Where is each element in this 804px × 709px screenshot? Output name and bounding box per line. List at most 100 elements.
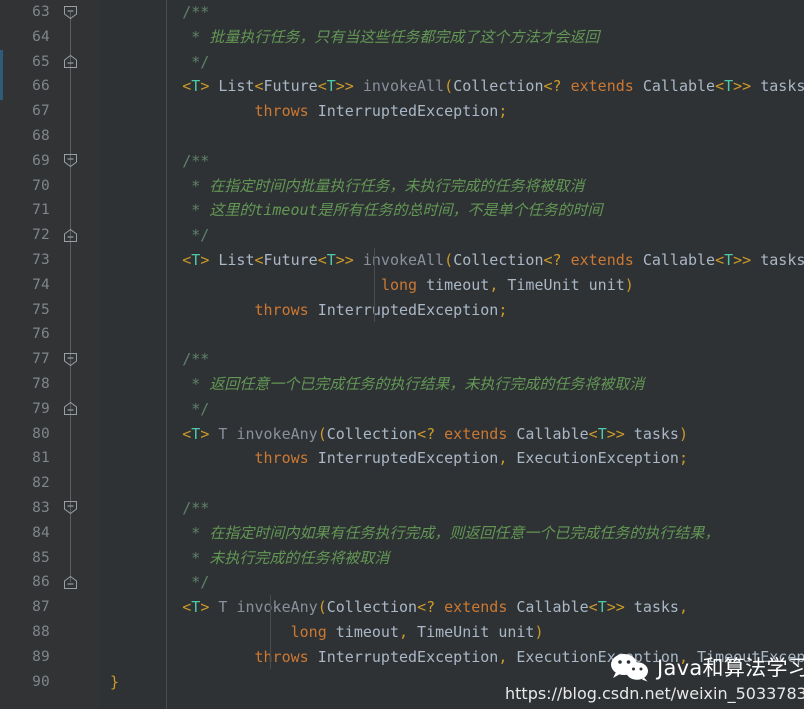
code-token: invokeAll <box>362 250 445 269</box>
code-token: ( <box>317 424 327 443</box>
fold-collapse-start-icon[interactable] <box>63 500 78 515</box>
code-token: ( <box>444 250 454 269</box>
code-editor[interactable]: 63 64 65 66 67 68 69 70 71 72 73 74 75 76 77 78 79 80 81 82… <box>0 0 804 709</box>
code-token: tasks <box>751 77 804 96</box>
code-line[interactable]: /** <box>100 496 804 521</box>
code-line[interactable]: * 未执行完成的任务将被取消 <box>100 546 804 571</box>
code-token: T <box>191 424 201 443</box>
code-token: Callable <box>633 250 716 269</box>
line-number: 64 <box>32 28 50 45</box>
code-line[interactable] <box>100 471 804 496</box>
code-line[interactable]: * 在指定时间内如果有任务执行完成，则返回任意一个已完成任务的执行结果， <box>100 521 804 546</box>
code-token: ( <box>444 77 454 96</box>
code-token: < <box>182 250 192 269</box>
gutter-row: 77 <box>0 347 100 372</box>
code-content-area[interactable]: /** * 批量执行任务，只有当这些任务都完成了这个方法才会返回 */ <T> … <box>100 0 804 709</box>
code-token: timeout <box>417 275 490 294</box>
code-token: * <box>191 201 210 220</box>
code-token: ExecutionException <box>507 449 679 468</box>
code-line[interactable]: throws InterruptedException; <box>100 298 804 323</box>
code-token: ; <box>498 300 508 319</box>
code-token: T <box>724 250 734 269</box>
code-line[interactable]: throws InterruptedException; <box>100 99 804 124</box>
code-token: >> <box>733 77 752 96</box>
code-line[interactable]: <T> T invokeAny(Collection<? extends Cal… <box>100 595 804 620</box>
code-token: tasks <box>624 598 679 617</box>
code-line[interactable] <box>100 322 804 347</box>
code-token: extends <box>570 77 634 96</box>
fold-collapse-end-icon[interactable] <box>63 54 78 69</box>
line-number: 81 <box>32 450 50 467</box>
gutter-row: 74 <box>0 273 100 298</box>
code-line[interactable]: <T> List<Future<T>> invokeAll(Collection… <box>100 74 804 99</box>
code-token: extends <box>444 598 508 617</box>
code-line[interactable]: /** <box>100 347 804 372</box>
code-line[interactable]: throws InterruptedException, ExecutionEx… <box>100 446 804 471</box>
code-token: TimeUnit unit <box>498 275 625 294</box>
gutter-row: 68 <box>0 124 100 149</box>
code-line[interactable]: long timeout, TimeUnit unit) <box>100 273 804 298</box>
code-line[interactable]: } <box>100 670 804 695</box>
code-line[interactable]: * 在指定时间内批量执行任务，未执行完成的任务将被取消 <box>100 174 804 199</box>
fold-collapse-start-icon[interactable] <box>63 352 78 367</box>
code-line[interactable]: */ <box>100 223 804 248</box>
code-token: > <box>200 250 210 269</box>
code-line[interactable]: */ <box>100 397 804 422</box>
line-number: 65 <box>32 53 50 70</box>
line-number: 86 <box>32 574 50 591</box>
code-token: Callable <box>633 77 716 96</box>
code-line[interactable]: */ <box>100 570 804 595</box>
code-token: invokeAny <box>236 424 318 443</box>
fold-collapse-end-icon[interactable] <box>63 228 78 243</box>
code-token: 返回任意一个已完成任务的执行结果，未执行完成的任务将被取消 <box>209 374 645 393</box>
code-token: throws <box>254 449 309 468</box>
gutter-row: 81 <box>0 446 100 471</box>
code-token: < <box>254 250 264 269</box>
code-line[interactable]: /** <box>100 149 804 174</box>
fold-collapse-start-icon[interactable] <box>63 153 78 168</box>
code-token: <? <box>417 424 436 443</box>
editor-gutter[interactable]: 63 64 65 66 67 68 69 70 71 72 73 74 75 76 77 78 79 80 81 82… <box>0 0 100 709</box>
code-token: ) <box>678 424 688 443</box>
line-number: 69 <box>32 152 50 169</box>
gutter-row: 71 <box>0 198 100 223</box>
code-token: T <box>597 424 607 443</box>
code-token: ) <box>624 275 634 294</box>
code-line[interactable]: * 返回任意一个已完成任务的执行结果，未执行完成的任务将被取消 <box>100 372 804 397</box>
code-line[interactable]: throws InterruptedException, ExecutionEx… <box>100 645 804 670</box>
line-number: 83 <box>32 499 50 516</box>
gutter-row: 63 <box>0 0 100 25</box>
code-line[interactable]: /** <box>100 0 804 25</box>
code-line[interactable]: * 批量执行任务，只有当这些任务都完成了这个方法才会返回 <box>100 25 804 50</box>
code-token: , <box>678 598 688 617</box>
code-line[interactable] <box>100 124 804 149</box>
code-line[interactable]: long timeout, TimeUnit unit) <box>100 620 804 645</box>
code-line[interactable]: */ <box>100 50 804 75</box>
fold-collapse-end-icon[interactable] <box>63 575 78 590</box>
gutter-row: 72 <box>0 223 100 248</box>
code-token: <? <box>417 598 436 617</box>
gutter-row: 70 <box>0 174 100 199</box>
code-token: throws <box>254 102 309 121</box>
code-token: < <box>317 77 327 96</box>
fold-collapse-start-icon[interactable] <box>63 5 78 20</box>
code-token: >> <box>606 424 625 443</box>
code-line[interactable]: <T> List<Future<T>> invokeAll(Collection… <box>100 248 804 273</box>
code-line[interactable]: * 这里的timeout是所有任务的总时间，不是单个任务的时间 <box>100 198 804 223</box>
code-token: throws <box>254 300 309 319</box>
gutter-row: 76 <box>0 322 100 347</box>
fold-collapse-end-icon[interactable] <box>63 401 78 416</box>
code-line[interactable]: <T> T invokeAny(Collection<? extends Cal… <box>100 422 804 447</box>
